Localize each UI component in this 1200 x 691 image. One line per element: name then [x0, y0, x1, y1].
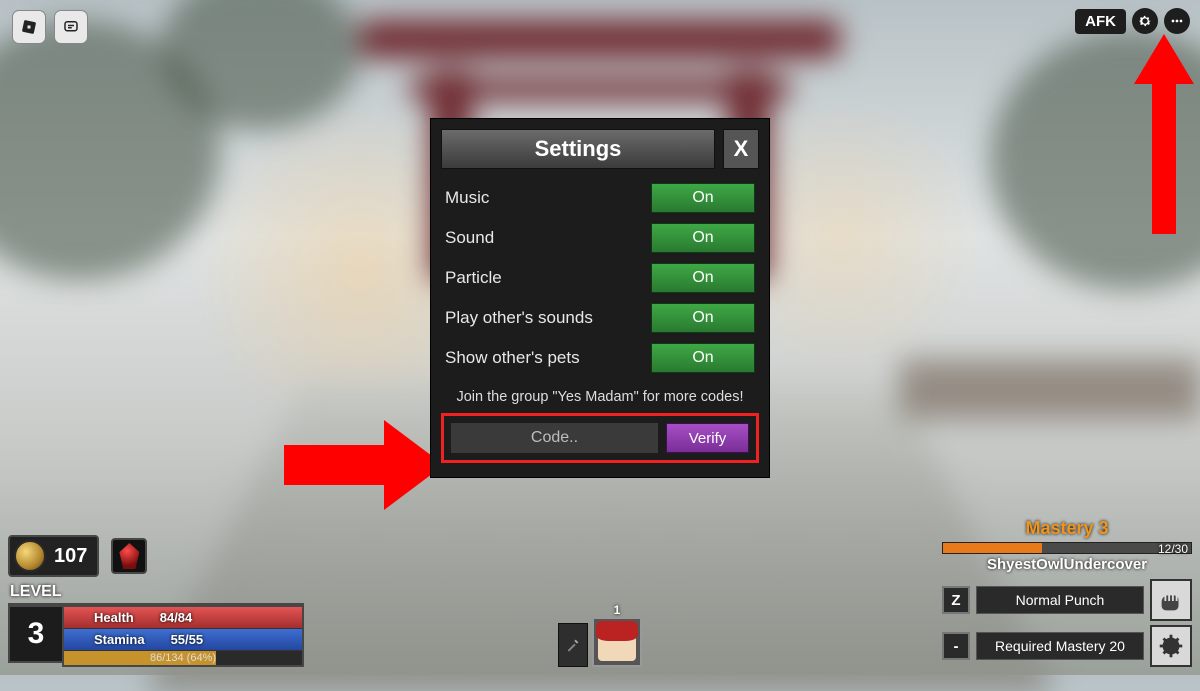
ellipsis-icon	[1169, 13, 1185, 29]
toggle-particle[interactable]: On	[651, 263, 755, 293]
health-value: 84/84	[160, 610, 193, 625]
mastery-progress: 12/30	[942, 542, 1192, 556]
xp-text: 86/134 (64%)	[64, 651, 302, 665]
avatar-slot[interactable]: 1	[592, 617, 642, 667]
hud-bottom-left: 107 LEVEL 3 Health 84/84 Stamina 55/55	[8, 535, 304, 667]
stamina-bar: Stamina 55/55	[64, 629, 302, 651]
health-bar: Health 84/84	[64, 607, 302, 629]
toggle-others-pets[interactable]: On	[651, 343, 755, 373]
roblox-chat-button[interactable]	[54, 10, 88, 44]
player-name: ShyestOwlUndercover	[942, 556, 1192, 573]
health-label: Health	[94, 610, 134, 625]
toggle-sound[interactable]: On	[651, 223, 755, 253]
gear-icon	[1137, 13, 1153, 29]
currency-value: 107	[54, 545, 87, 568]
close-button[interactable]: X	[723, 129, 759, 169]
level-label: LEVEL	[10, 583, 304, 601]
verify-button[interactable]: Verify	[666, 423, 749, 453]
avatar-slot-number: 1	[594, 603, 640, 617]
skill-label: Required Mastery 20	[976, 632, 1144, 660]
setting-label: Particle	[445, 268, 502, 288]
more-button[interactable]	[1164, 8, 1190, 34]
setting-row-sound: Sound On	[445, 223, 755, 253]
afk-button[interactable]: AFK	[1075, 9, 1126, 34]
skill-label: Normal Punch	[976, 586, 1144, 614]
roblox-logo-icon	[20, 18, 38, 36]
mastery-title: Mastery 3	[942, 518, 1192, 539]
code-redeem-box: Verify	[441, 413, 759, 463]
xp-bar: 86/134 (64%)	[64, 651, 302, 665]
currency-chip[interactable]: 107	[8, 535, 99, 577]
skill-icon-punch[interactable]	[1150, 579, 1192, 621]
stamina-label: Stamina	[94, 632, 145, 647]
skill-row-normal-punch: Z Normal Punch	[942, 579, 1192, 621]
fist-icon	[1156, 585, 1186, 615]
toggle-music[interactable]: On	[651, 183, 755, 213]
keybind-badge: -	[942, 632, 970, 660]
keybind-badge: Z	[942, 586, 970, 614]
toggle-others-sounds[interactable]: On	[651, 303, 755, 333]
annotation-arrow-up	[1134, 34, 1194, 234]
burst-icon	[1156, 631, 1186, 661]
coin-icon	[14, 540, 46, 572]
skill-row-locked: - Required Mastery 20	[942, 625, 1192, 667]
skill-icon-locked[interactable]	[1150, 625, 1192, 667]
top-right-controls: AFK	[1075, 8, 1190, 34]
tool-slot[interactable]	[558, 623, 588, 667]
setting-label: Play other's sounds	[445, 308, 593, 328]
pickaxe-icon	[565, 637, 581, 653]
codes-hint-text: Join the group "Yes Madam" for more code…	[441, 389, 759, 405]
setting-row-music: Music On	[445, 183, 755, 213]
code-input[interactable]	[451, 423, 658, 453]
gem-slot[interactable]	[111, 538, 147, 574]
setting-label: Show other's pets	[445, 348, 580, 368]
gem-icon	[119, 543, 139, 569]
chat-icon	[62, 18, 80, 36]
stamina-value: 55/55	[171, 632, 204, 647]
setting-label: Sound	[445, 228, 494, 248]
setting-label: Music	[445, 188, 489, 208]
setting-row-particle: Particle On	[445, 263, 755, 293]
settings-title: Settings	[441, 129, 715, 169]
hotbar: 1	[558, 617, 642, 667]
settings-button[interactable]	[1132, 8, 1158, 34]
setting-row-others-pets: Show other's pets On	[445, 343, 755, 373]
roblox-system-buttons	[12, 10, 88, 44]
setting-row-others-sounds: Play other's sounds On	[445, 303, 755, 333]
hud-bottom-right: Mastery 3 12/30 ShyestOwlUndercover Z No…	[942, 518, 1192, 667]
settings-dialog: Settings X Music On Sound On Particle On…	[430, 118, 770, 478]
annotation-arrow-right	[284, 420, 444, 510]
roblox-menu-button[interactable]	[12, 10, 46, 44]
level-value: 3	[8, 605, 62, 663]
